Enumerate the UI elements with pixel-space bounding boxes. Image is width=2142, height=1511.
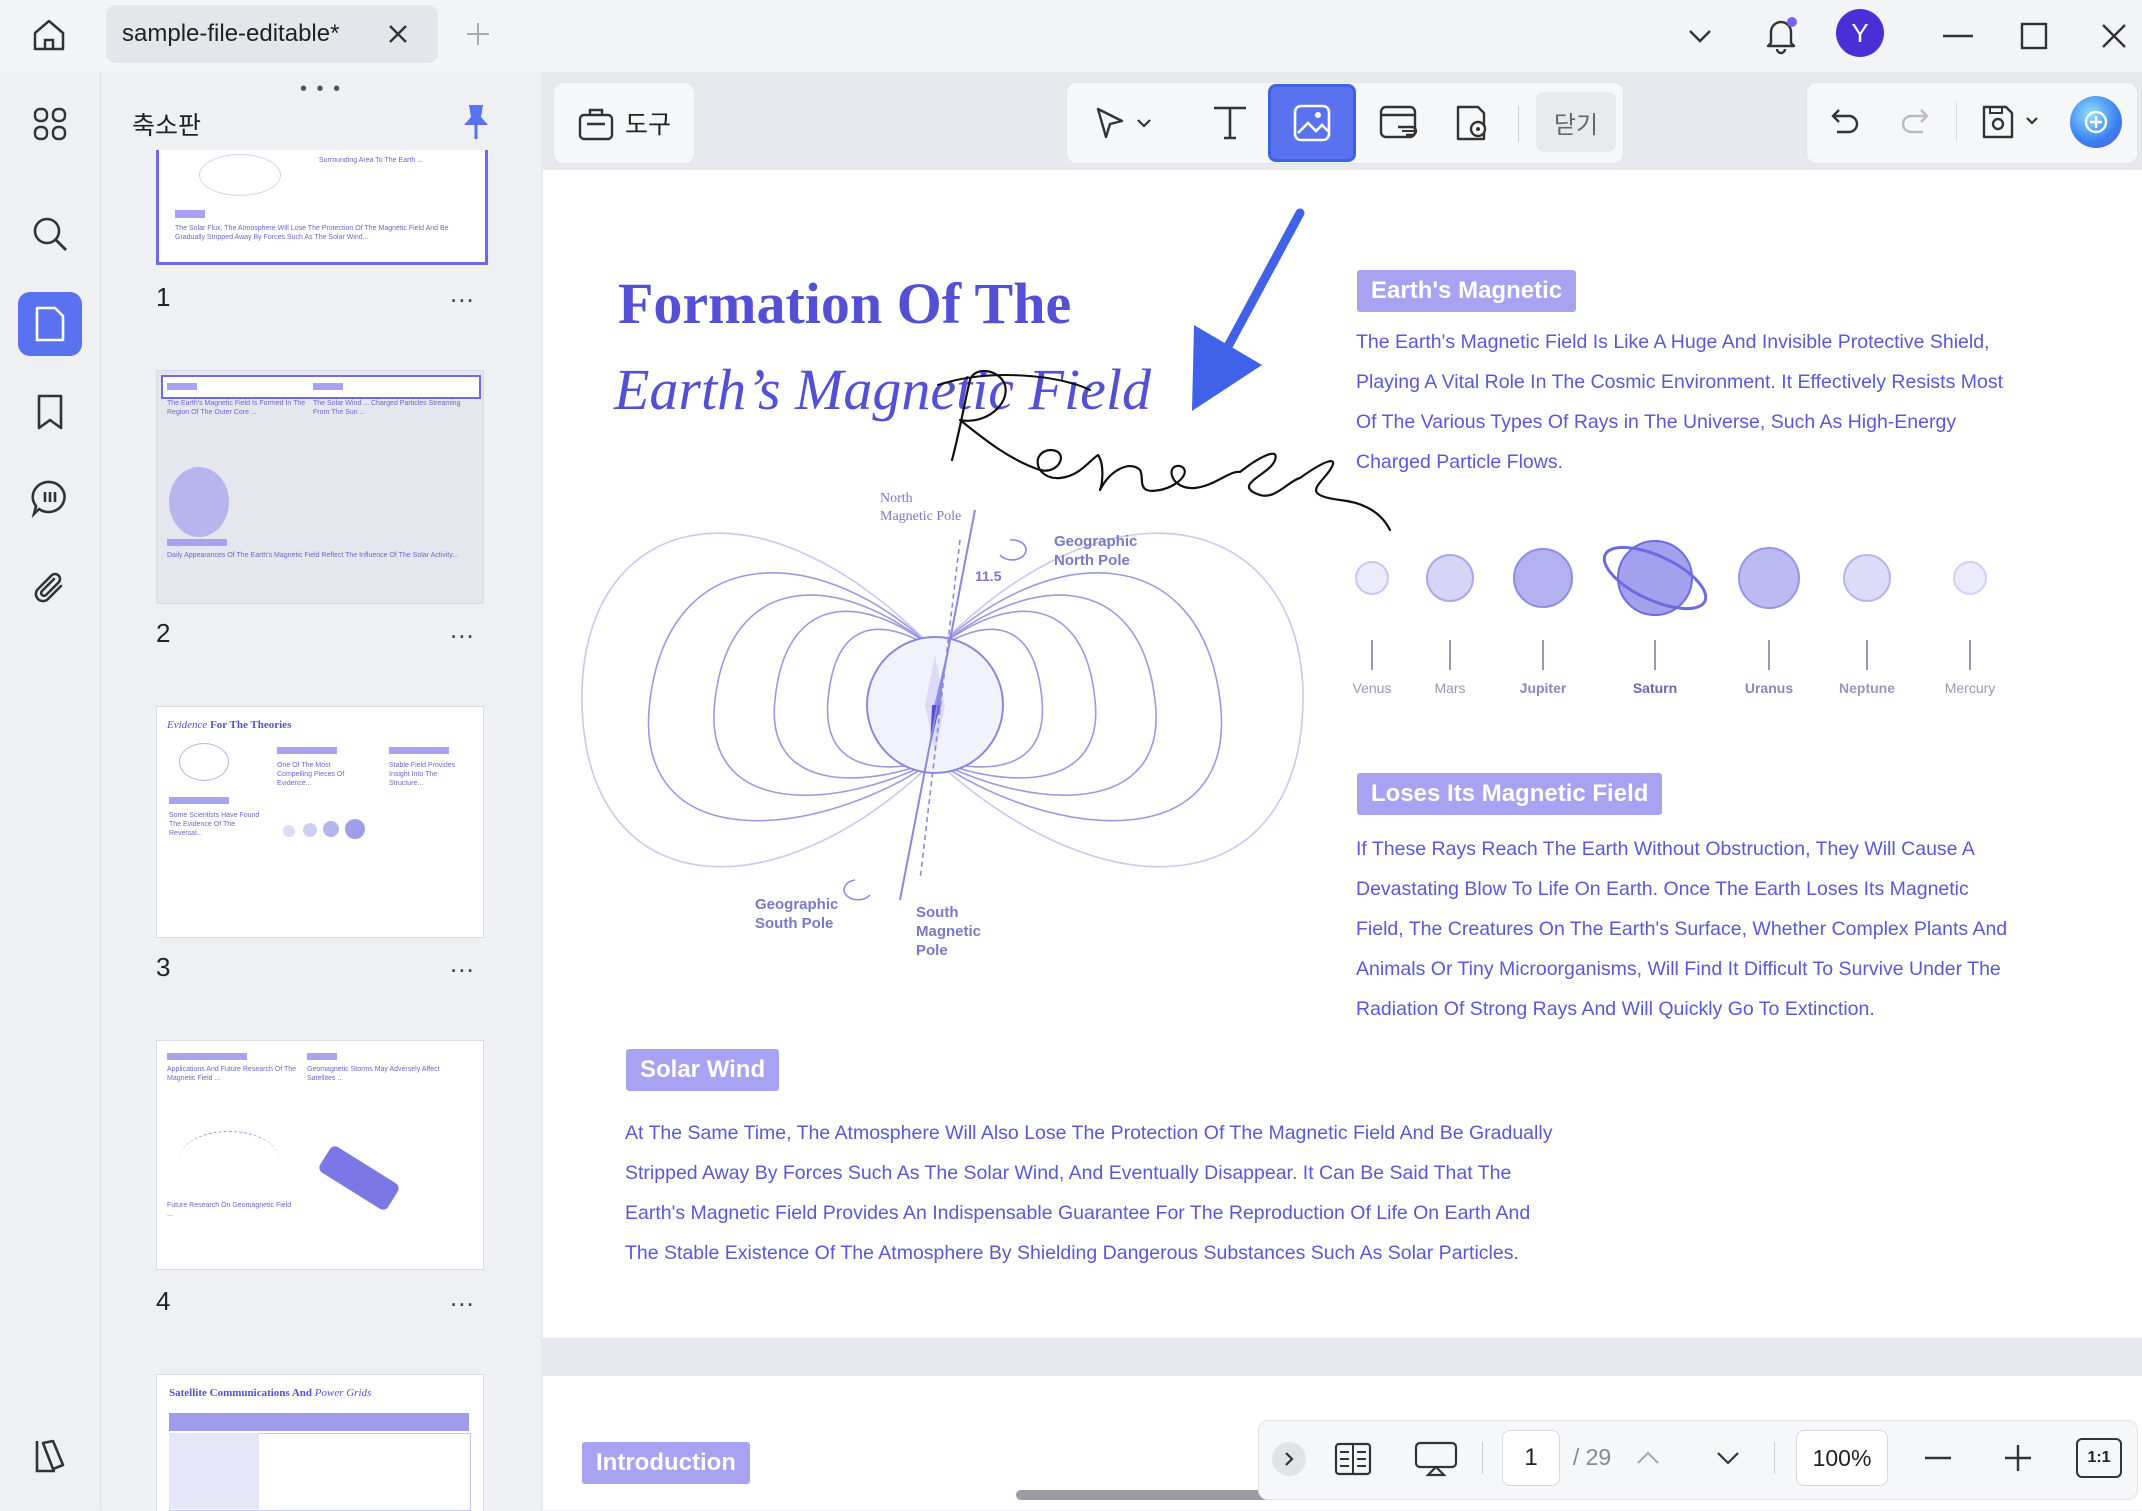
apps-grid-icon[interactable]: [18, 92, 82, 156]
image-tool-icon[interactable]: [1268, 84, 1356, 162]
thumbnail-page-1[interactable]: Surrounding Area To The Earth ... The So…: [156, 150, 488, 265]
section-heading-loses-magnetic-field: Loses Its Magnetic Field: [1357, 773, 1663, 815]
attachment-icon[interactable]: [18, 556, 82, 620]
section-paragraph-1: The Earth's Magnetic Field Is Like A Hug…: [1356, 331, 2004, 473]
search-icon[interactable]: [18, 202, 82, 266]
toolbar-divider: [1956, 102, 1957, 142]
thumbnail-more-button[interactable]: ...: [450, 614, 475, 645]
user-avatar[interactable]: Y: [1836, 9, 1884, 57]
home-icon[interactable]: [24, 10, 74, 60]
library-icon[interactable]: [18, 1424, 82, 1488]
thumbnail-more-button[interactable]: ...: [450, 1282, 475, 1313]
geographic-south-pole-label: Geographic South Pole: [755, 896, 839, 932]
ai-assistant-icon[interactable]: [2070, 96, 2122, 148]
previous-page-icon[interactable]: [1630, 1440, 1666, 1476]
thumbnail-number: 2: [156, 618, 171, 648]
thumbnail-page-2[interactable]: The Earth's Magnetic Field Is Formed In …: [156, 370, 484, 604]
thumbnail-heading: Evidence For The Theories: [167, 719, 292, 731]
notification-bell-icon[interactable]: [1758, 10, 1804, 60]
left-rail: [0, 72, 101, 1510]
section-heading-solar-wind: Solar Wind: [626, 1049, 780, 1091]
bar-divider: [1774, 1442, 1775, 1474]
planet-label: Mars: [1434, 680, 1466, 696]
close-edit-button[interactable]: 닫기: [1536, 92, 1616, 152]
thumbnail-number: 3: [156, 952, 171, 982]
thumbnail-page-5[interactable]: Satellite Communications And Power Grids: [156, 1374, 484, 1511]
next-page-icon[interactable]: [1710, 1440, 1746, 1476]
handwritten-signature-renee[interactable]: [930, 360, 1400, 550]
planet-label: Saturn: [1632, 680, 1678, 696]
section-paragraph-2: If These Rays Reach The Earth Without Ob…: [1356, 838, 2008, 1020]
total-pages: / 29: [1572, 1444, 1612, 1470]
planet-label: Mercury: [1944, 680, 1996, 696]
page-layout-icon[interactable]: [1330, 1436, 1376, 1482]
thumbnails-page-icon[interactable]: [18, 292, 82, 356]
save-icon[interactable]: [1974, 96, 2046, 146]
thumbnail-heading: Satellite Communications And Power Grids: [169, 1387, 372, 1399]
select-tool-button[interactable]: [1080, 96, 1164, 150]
thumbnail-more-button[interactable]: ...: [450, 948, 475, 979]
thumbnail-number: 4: [156, 1286, 171, 1316]
redo-icon[interactable]: [1892, 98, 1938, 144]
thumbnail-page-4[interactable]: Applications And Future Research Of The …: [156, 1040, 484, 1270]
section-paragraph-3: At The Same Time, The Atmosphere Will Al…: [625, 1122, 1553, 1264]
chevron-down-icon[interactable]: [1680, 16, 1720, 56]
new-tab-icon[interactable]: [460, 16, 496, 52]
tilt-angle-label: 11.5: [975, 568, 1002, 584]
current-page-input[interactable]: 1: [1502, 1430, 1560, 1486]
comment-icon[interactable]: [18, 466, 82, 530]
planet-label: Jupiter: [1519, 680, 1567, 696]
zoom-level-input[interactable]: 100%: [1796, 1430, 1888, 1486]
actual-size-button[interactable]: 1:1: [2076, 1438, 2122, 1478]
next-page-heading: Introduction: [582, 1442, 750, 1484]
undo-icon[interactable]: [1822, 98, 1868, 144]
zoom-out-icon[interactable]: [1920, 1440, 1956, 1476]
close-tab-icon[interactable]: [380, 16, 416, 52]
thumbnail-number: 1: [156, 282, 171, 312]
thumbnail-more-button[interactable]: ...: [450, 278, 475, 309]
toolbar-divider: [1518, 106, 1519, 142]
pin-icon[interactable]: [458, 100, 494, 144]
south-magnetic-pole-label: South Magnetic Pole: [916, 904, 982, 959]
planet-label: Uranus: [1744, 680, 1794, 696]
thumbnail-page-3[interactable]: Evidence For The Theories Some Scientist…: [156, 706, 484, 938]
planet-label: Neptune: [1839, 680, 1895, 696]
tab-title: sample-file-editable*: [122, 20, 340, 47]
panel-resize-handle[interactable]: • • •: [300, 78, 342, 101]
document-title-line1: Formation Of The: [618, 271, 1072, 336]
tools-label: 도구: [624, 111, 671, 139]
presentation-icon[interactable]: [1408, 1436, 1464, 1482]
bar-divider: [1482, 1442, 1483, 1474]
bookmark-icon[interactable]: [18, 380, 82, 444]
watermark-tool-icon[interactable]: [1440, 96, 1504, 150]
link-tool-icon[interactable]: [1366, 96, 1432, 150]
panel-title: 축소판: [132, 112, 202, 140]
zoom-in-icon[interactable]: [2000, 1440, 2036, 1476]
close-window-icon[interactable]: [2094, 16, 2134, 56]
collapse-bar-icon[interactable]: [1272, 1442, 1306, 1476]
minimize-icon[interactable]: [1938, 16, 1978, 56]
text-tool-icon[interactable]: [1200, 96, 1260, 150]
section-heading-earths-magnetic: Earth's Magnetic: [1357, 270, 1577, 312]
maximize-icon[interactable]: [2014, 16, 2054, 56]
tools-button[interactable]: 도구: [553, 82, 695, 164]
planet-scale-graphic: [1355, 540, 1987, 670]
